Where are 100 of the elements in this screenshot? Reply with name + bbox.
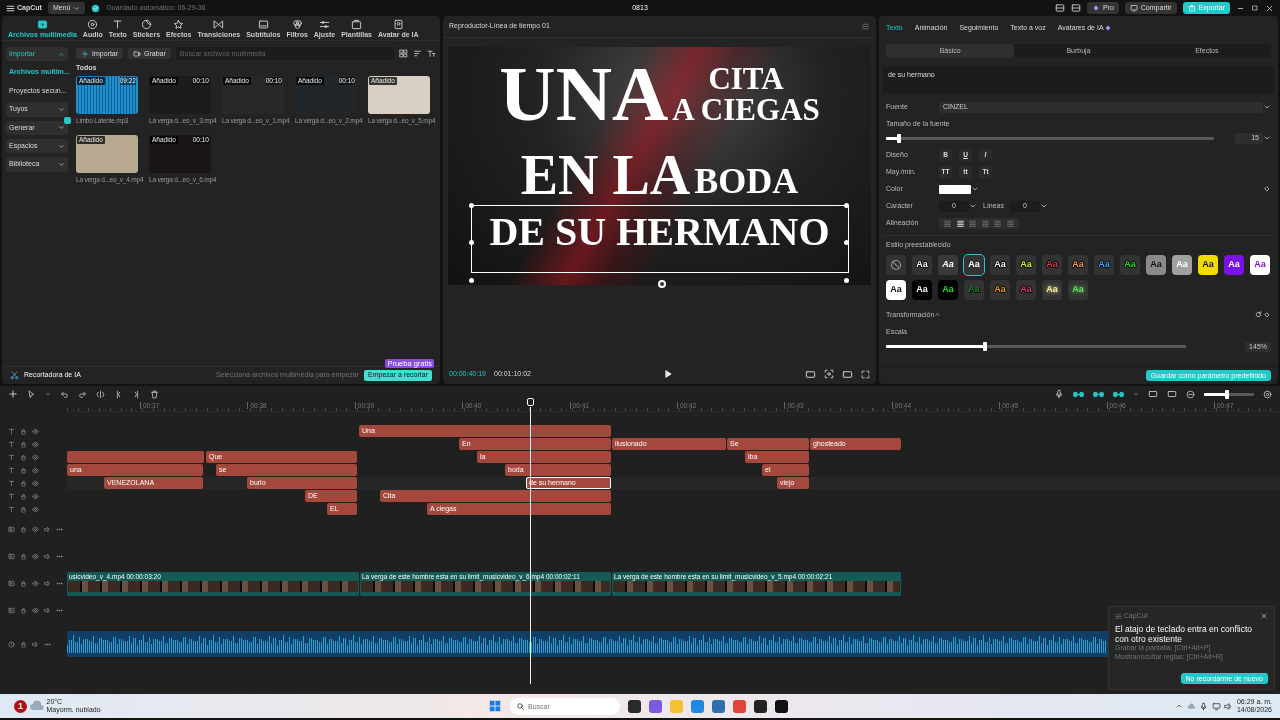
eye-icon[interactable]	[32, 526, 39, 533]
fit-icon[interactable]	[1263, 389, 1272, 399]
lock-icon[interactable]	[20, 553, 27, 560]
size-slider[interactable]	[886, 136, 1214, 140]
eye-icon[interactable]	[32, 493, 39, 500]
style-preset[interactable]: Aa	[990, 254, 1010, 275]
speaker-icon[interactable]	[44, 553, 51, 560]
playhead-handle[interactable]	[527, 398, 534, 406]
font-size-icon[interactable]	[427, 49, 436, 58]
style-preset[interactable]: Aa	[1068, 279, 1088, 300]
lock-icon[interactable]	[20, 428, 27, 435]
plus-icon[interactable]	[8, 389, 18, 399]
lock-icon[interactable]	[20, 526, 27, 533]
split-left-icon[interactable]	[114, 389, 123, 399]
app-icon[interactable]	[754, 699, 767, 713]
style-preset[interactable]: Aa	[1250, 254, 1270, 275]
microphone-icon[interactable]	[1199, 701, 1209, 711]
monitor-icon[interactable]	[1211, 701, 1221, 711]
align-icon[interactable]	[955, 218, 965, 228]
close-icon[interactable]	[1265, 3, 1274, 13]
style-preset[interactable]: Aa	[990, 279, 1010, 300]
more-icon[interactable]	[56, 607, 63, 614]
audio-clip[interactable]	[67, 631, 1109, 657]
close-icon[interactable]	[1260, 612, 1268, 621]
eye-icon[interactable]	[32, 467, 39, 474]
style-preset[interactable]: Aa	[938, 279, 958, 300]
more-icon[interactable]	[44, 640, 51, 648]
style-preset[interactable]: Aa	[1120, 254, 1140, 275]
undo-icon[interactable]	[60, 389, 69, 399]
style-preset[interactable]: Aa	[964, 254, 984, 275]
resize-handle[interactable]	[468, 240, 474, 245]
microphone-icon[interactable]	[1054, 389, 1064, 399]
cursor-icon[interactable]	[27, 389, 36, 399]
rotate-handle[interactable]	[657, 280, 666, 288]
resize-handle[interactable]	[843, 278, 849, 283]
more-icon[interactable]	[56, 526, 63, 533]
sort-icon[interactable]	[413, 49, 422, 58]
eye-icon[interactable]	[32, 428, 39, 435]
keyframe-icon[interactable]	[1263, 310, 1271, 319]
grid-icon[interactable]	[399, 49, 408, 58]
lock-icon[interactable]	[20, 493, 27, 500]
slider-thumb[interactable]	[983, 342, 987, 352]
eye-icon[interactable]	[32, 607, 39, 614]
slider-thumb[interactable]	[1224, 389, 1229, 399]
lock-icon[interactable]	[20, 580, 27, 587]
speaker-icon[interactable]	[1224, 701, 1234, 711]
style-preset[interactable]: Aa	[1198, 254, 1218, 275]
zoom-slider[interactable]	[1204, 392, 1254, 396]
speaker-icon[interactable]	[32, 640, 39, 648]
style-preset[interactable]: Aa	[886, 279, 906, 300]
frame-icon[interactable]	[842, 368, 853, 380]
windows-logo-icon[interactable]	[488, 699, 502, 713]
color-swatch[interactable]	[939, 184, 971, 194]
reset-icon[interactable]	[1254, 310, 1263, 320]
resize-handle[interactable]	[843, 240, 849, 245]
more-icon[interactable]	[56, 553, 63, 560]
caret-icon[interactable]	[1133, 391, 1139, 397]
style-preset[interactable]: Aa	[1146, 254, 1166, 275]
no-style-button[interactable]	[886, 254, 906, 275]
zoom-out-icon[interactable]	[1186, 389, 1195, 399]
style-preset[interactable]: Aa	[938, 254, 958, 275]
menu-icon[interactable]	[861, 22, 870, 31]
caret-icon[interactable]	[45, 391, 51, 397]
split-right-icon[interactable]	[132, 389, 141, 399]
keyframe-icon[interactable]	[1263, 185, 1271, 194]
eye-icon[interactable]	[32, 506, 39, 513]
lock-icon[interactable]	[20, 467, 27, 474]
trash-icon[interactable]	[150, 389, 159, 399]
scale-slider[interactable]	[886, 345, 1186, 349]
layout-icon[interactable]	[1070, 3, 1081, 13]
resize-handle[interactable]	[468, 278, 474, 283]
target-icon[interactable]	[824, 369, 834, 379]
style-preset[interactable]: Aa	[912, 279, 932, 300]
speaker-icon[interactable]	[44, 607, 51, 614]
style-preset[interactable]: Aa	[1224, 254, 1244, 275]
speaker-icon[interactable]	[44, 526, 51, 533]
lock-icon[interactable]	[20, 607, 27, 614]
more-icon[interactable]	[56, 580, 63, 587]
style-preset[interactable]: Aa	[1094, 254, 1114, 275]
resize-handle[interactable]	[843, 203, 849, 208]
chevron-up-icon[interactable]	[1175, 702, 1184, 710]
lock-icon[interactable]	[20, 441, 27, 448]
text-clip[interactable]	[67, 451, 204, 463]
fullscreen-icon[interactable]	[861, 369, 870, 379]
play-icon[interactable]	[663, 369, 673, 379]
eye-icon[interactable]	[32, 580, 39, 587]
style-preset[interactable]: Aa	[1016, 254, 1036, 275]
style-preset[interactable]: Aa	[1068, 254, 1088, 275]
layout-icon[interactable]	[1054, 3, 1065, 13]
style-preset[interactable]: Aa	[912, 254, 932, 275]
lock-icon[interactable]	[20, 640, 27, 648]
app-icon[interactable]	[628, 699, 641, 713]
maximize-icon[interactable]	[1251, 4, 1259, 12]
slider-thumb[interactable]	[897, 133, 902, 143]
frame-icon[interactable]	[805, 368, 816, 380]
split-icon[interactable]	[96, 389, 105, 399]
app-icon[interactable]	[775, 699, 788, 713]
speaker-icon[interactable]	[44, 580, 51, 587]
lock-icon[interactable]	[20, 506, 27, 513]
redo-icon[interactable]	[78, 389, 87, 399]
